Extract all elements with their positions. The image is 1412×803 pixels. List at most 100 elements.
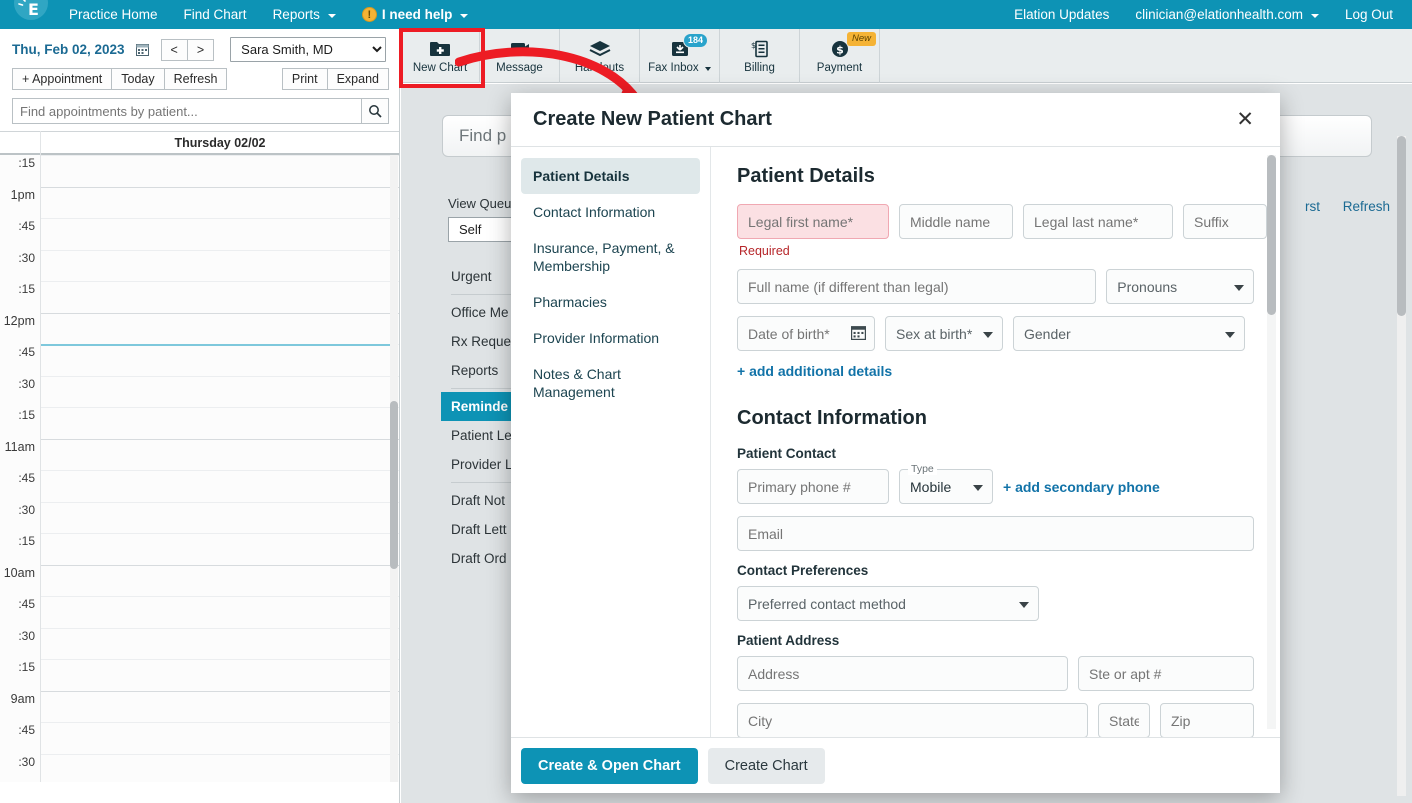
new-chart-button[interactable]: New Chart [400, 29, 480, 83]
primary-phone-input[interactable] [737, 469, 889, 504]
calendar-slot[interactable]: :45 [0, 218, 399, 250]
calendar-slot-cell[interactable] [41, 501, 399, 534]
nav-i-need-help[interactable]: ! I need help [349, 0, 482, 29]
calendar-slot-cell[interactable] [41, 186, 399, 219]
add-appointment-button[interactable]: + Appointment [12, 68, 113, 90]
legal-first-name-input[interactable] [737, 204, 889, 239]
next-day-button[interactable]: > [187, 38, 215, 61]
modal-nav-provider-information[interactable]: Provider Information [521, 320, 700, 356]
modal-scrollbar-thumb[interactable] [1267, 155, 1276, 315]
calendar-slot-cell[interactable] [41, 218, 399, 250]
calendar-scrollbar[interactable] [390, 155, 398, 782]
practice-home-scrollbar[interactable] [1397, 136, 1406, 796]
suffix-input[interactable] [1183, 204, 1267, 239]
gender-select[interactable]: Gender [1013, 316, 1245, 351]
message-button[interactable]: Message [480, 29, 560, 83]
state-input[interactable] [1098, 703, 1150, 737]
calendar-slot[interactable]: :15 [0, 155, 399, 187]
full-name-input[interactable] [737, 269, 1097, 304]
middle-name-input[interactable] [899, 204, 1013, 239]
calendar-slot-cell[interactable] [41, 722, 399, 754]
fax-inbox-button[interactable]: 184 Fax Inbox [640, 29, 720, 83]
sort-link[interactable]: rst [1305, 199, 1320, 214]
calendar-slot[interactable]: :45 [0, 470, 399, 502]
zip-input[interactable] [1160, 703, 1254, 737]
close-icon[interactable]: ✕ [1232, 107, 1258, 132]
nav-user-account[interactable]: clinician@elationhealth.com [1122, 0, 1332, 29]
calendar-slot[interactable]: :30 [0, 753, 399, 783]
calendar-slot-cell[interactable] [41, 312, 399, 345]
calendar-slot[interactable]: 11am [0, 438, 399, 471]
modal-nav-pharmacies[interactable]: Pharmacies [521, 284, 700, 320]
calendar-slot[interactable]: :45 [0, 344, 399, 376]
calendar-slot-cell[interactable] [41, 753, 399, 783]
calendar-slot[interactable]: :30 [0, 375, 399, 408]
calendar-slot-cell[interactable] [41, 470, 399, 502]
billing-button[interactable]: $ Billing [720, 29, 800, 83]
calendar-icon[interactable] [850, 325, 867, 345]
calendar-slot-cell[interactable] [41, 627, 399, 660]
calendar-slot[interactable]: 10am [0, 564, 399, 597]
calendar-slot[interactable]: :45 [0, 596, 399, 628]
sex-at-birth-select[interactable]: Sex at birth* [885, 316, 1003, 351]
payment-button[interactable]: New $ Payment [800, 29, 880, 83]
calendar-slot[interactable]: 12pm [0, 312, 399, 345]
calendar-slot[interactable]: :30 [0, 249, 399, 282]
phone-type-select[interactable]: Type Mobile [899, 463, 993, 504]
calendar-slot[interactable]: :15 [0, 659, 399, 691]
ste-apt-input[interactable] [1078, 656, 1254, 691]
preferred-contact-method-select[interactable]: Preferred contact method [737, 586, 1039, 621]
add-additional-details-link[interactable]: + add additional details [737, 363, 1254, 379]
pronouns-select[interactable]: Pronouns [1106, 269, 1254, 304]
calendar-slot[interactable]: 9am [0, 690, 399, 723]
queue-refresh-link[interactable]: Refresh [1343, 199, 1390, 214]
print-button[interactable]: Print [281, 68, 328, 90]
create-and-open-chart-button[interactable]: Create & Open Chart [521, 747, 698, 784]
calendar-slot-cell[interactable] [41, 281, 399, 313]
calendar-slot-cell[interactable] [41, 690, 399, 723]
city-input[interactable] [737, 703, 1088, 737]
schedule-date-label[interactable]: Thu, Feb 02, 2023 [12, 42, 125, 57]
legal-last-name-input[interactable] [1023, 204, 1173, 239]
calendar-slot-cell[interactable] [41, 596, 399, 628]
practice-home-scrollbar-thumb[interactable] [1397, 136, 1406, 316]
calendar-slot-cell[interactable] [41, 533, 399, 565]
modal-nav-contact-information[interactable]: Contact Information [521, 194, 700, 230]
calendar-slot[interactable]: :45 [0, 722, 399, 754]
modal-nav-notes-chart-management[interactable]: Notes & Chart Management [521, 356, 700, 410]
calendar-slot[interactable]: :15 [0, 281, 399, 313]
provider-select[interactable]: Sara Smith, MD [230, 37, 387, 62]
address-input[interactable] [737, 656, 1068, 691]
appointment-search-button[interactable] [361, 98, 389, 124]
expand-button[interactable]: Expand [327, 68, 389, 90]
today-button[interactable]: Today [112, 68, 165, 90]
nav-elation-updates[interactable]: Elation Updates [1001, 0, 1122, 29]
modal-scrollbar[interactable] [1267, 155, 1276, 729]
nav-practice-home[interactable]: Practice Home [56, 0, 171, 29]
calendar-slot-cell[interactable] [41, 564, 399, 597]
elation-logo[interactable]: E [0, 0, 56, 29]
calendar-slot[interactable]: :15 [0, 407, 399, 439]
calendar-icon[interactable] [135, 43, 149, 61]
modal-nav-insurance[interactable]: Insurance, Payment, & Membership [521, 230, 700, 284]
calendar-scrollbar-thumb[interactable] [390, 401, 398, 569]
calendar-slot-cell[interactable] [41, 407, 399, 439]
handouts-button[interactable]: Handouts [560, 29, 640, 83]
calendar-slot[interactable]: :15 [0, 533, 399, 565]
create-chart-button[interactable]: Create Chart [707, 747, 825, 784]
calendar-slot-cell[interactable] [41, 438, 399, 471]
calendar-slot[interactable]: :30 [0, 627, 399, 660]
calendar-slot-cell[interactable] [41, 249, 399, 282]
email-input[interactable] [737, 516, 1254, 551]
modal-nav-patient-details[interactable]: Patient Details [521, 158, 700, 194]
calendar-slot[interactable]: :30 [0, 501, 399, 534]
calendar-slot[interactable]: 1pm [0, 186, 399, 219]
calendar-slot-cell[interactable] [41, 344, 399, 376]
refresh-schedule-button[interactable]: Refresh [164, 68, 228, 90]
nav-find-chart[interactable]: Find Chart [171, 0, 260, 29]
prev-day-button[interactable]: < [160, 38, 188, 61]
add-secondary-phone-link[interactable]: + add secondary phone [1003, 479, 1160, 495]
calendar-slot-cell[interactable] [41, 375, 399, 408]
nav-log-out[interactable]: Log Out [1332, 0, 1406, 29]
appointment-search-input[interactable] [12, 98, 361, 124]
